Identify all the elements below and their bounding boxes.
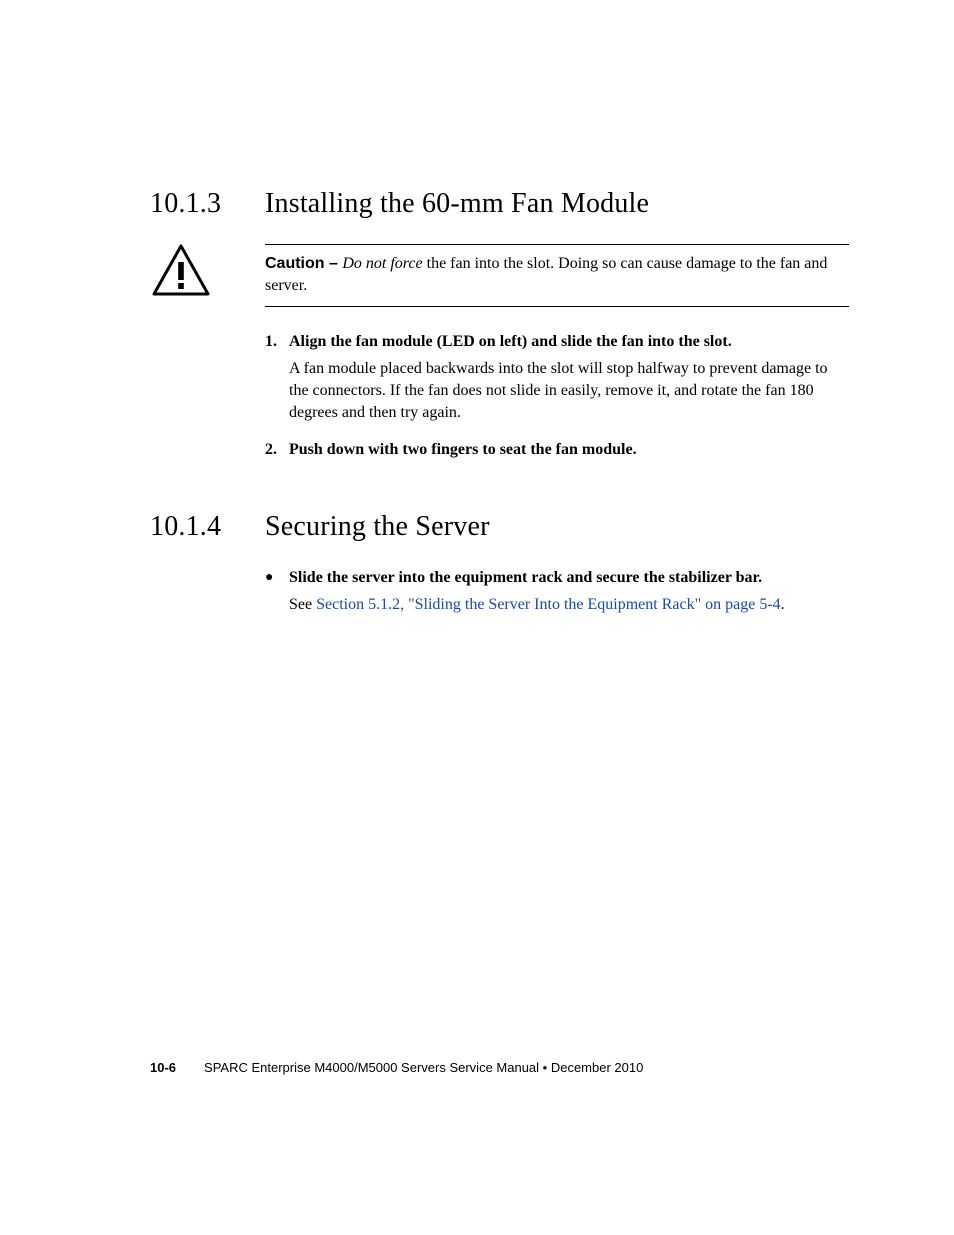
bullet-list: ● Slide the server into the equipment ra… — [265, 567, 849, 616]
step-2: 2. Push down with two fingers to seat th… — [265, 439, 849, 461]
step-heading: 2. Push down with two fingers to seat th… — [265, 439, 849, 461]
document-page: 10.1.3 Installing the 60-mm Fan Module C… — [0, 0, 954, 1235]
bullet-sub-prefix: See — [289, 596, 316, 613]
caution-italic: Do not force — [342, 255, 422, 272]
section-title: Securing the Server — [265, 511, 490, 543]
caution-icon — [150, 244, 265, 296]
page-footer: 10-6 SPARC Enterprise M4000/M5000 Server… — [150, 1060, 643, 1075]
bullet-item: ● Slide the server into the equipment ra… — [265, 567, 849, 589]
step-number: 1. — [265, 331, 289, 353]
bullet-subtext: See Section 5.1.2, "Sliding the Server I… — [289, 594, 849, 616]
step-title: Align the fan module (LED on left) and s… — [289, 331, 849, 353]
section-number: 10.1.4 — [150, 511, 265, 543]
caution-body: Caution – Do not force the fan into the … — [265, 244, 849, 307]
caution-block: Caution – Do not force the fan into the … — [150, 244, 849, 307]
bullet-text: Slide the server into the equipment rack… — [289, 567, 849, 589]
section-heading-2: 10.1.4 Securing the Server — [150, 511, 849, 543]
step-1: 1. Align the fan module (LED on left) an… — [265, 331, 849, 425]
cross-reference-link[interactable]: Section 5.1.2, "Sliding the Server Into … — [316, 596, 781, 613]
page-content: 10.1.3 Installing the 60-mm Fan Module C… — [150, 188, 849, 616]
footer-page-number: 10-6 — [150, 1060, 176, 1075]
section-2: 10.1.4 Securing the Server ● Slide the s… — [150, 511, 849, 616]
step-body: A fan module placed backwards into the s… — [289, 358, 849, 425]
step-title: Push down with two fingers to seat the f… — [289, 439, 849, 461]
caution-label: Caution – — [265, 255, 342, 272]
section-number: 10.1.3 — [150, 188, 265, 220]
footer-doc-title: SPARC Enterprise M4000/M5000 Servers Ser… — [204, 1060, 643, 1075]
section-title: Installing the 60-mm Fan Module — [265, 188, 649, 220]
section-heading-1: 10.1.3 Installing the 60-mm Fan Module — [150, 188, 849, 220]
step-number: 2. — [265, 439, 289, 461]
bullet-sub-suffix: . — [781, 596, 785, 613]
step-heading: 1. Align the fan module (LED on left) an… — [265, 331, 849, 353]
bullet-symbol: ● — [265, 567, 289, 589]
steps-list: 1. Align the fan module (LED on left) an… — [265, 331, 849, 461]
